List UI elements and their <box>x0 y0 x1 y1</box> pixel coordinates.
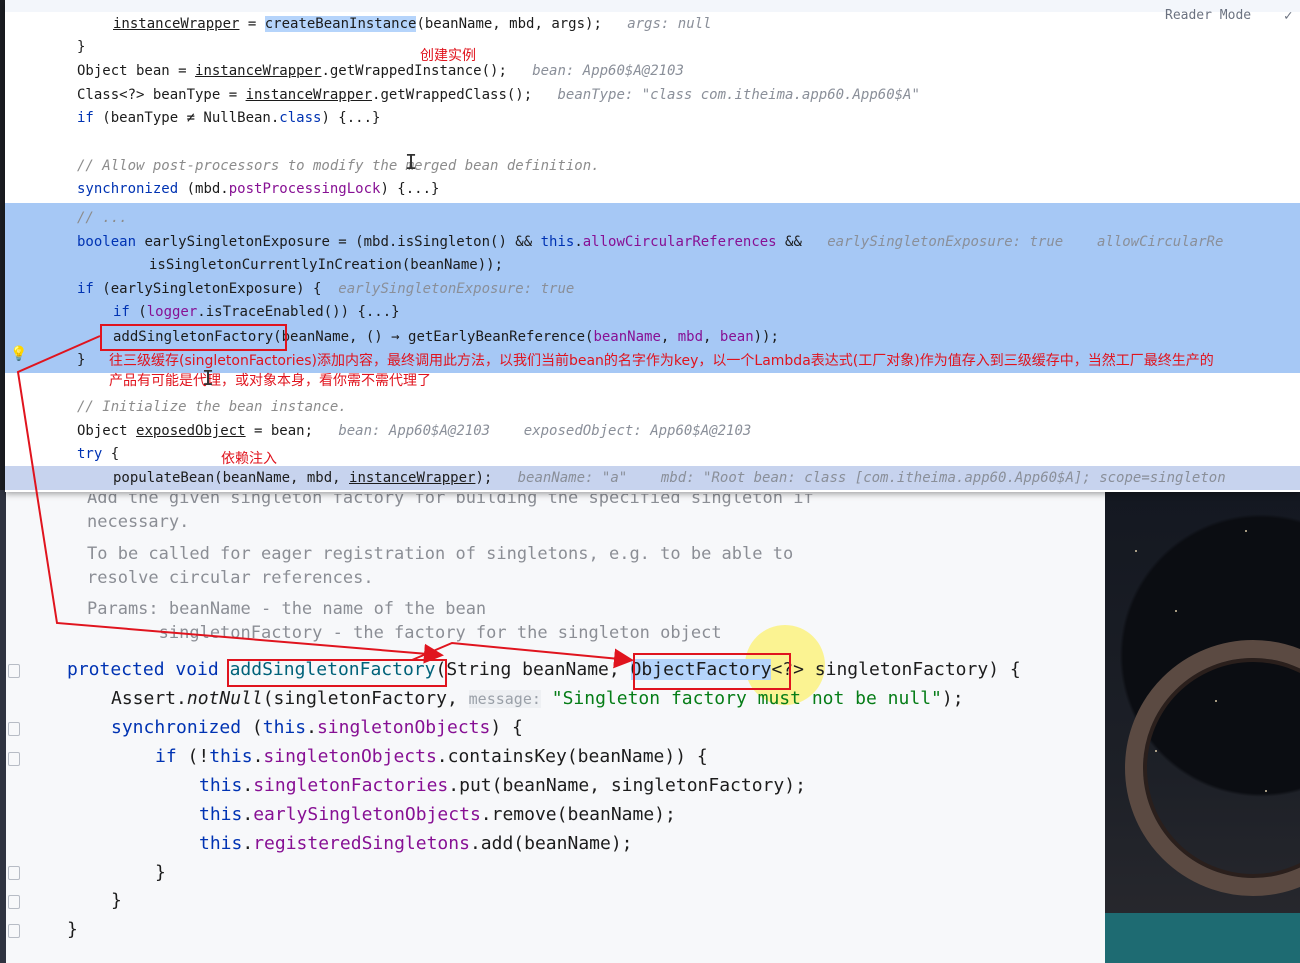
text-cursor-icon: I <box>405 150 418 174</box>
annotation-box-method-name <box>227 659 447 687</box>
code-line-try[interactable]: try { <box>77 444 119 464</box>
debug-value-hint: earlySingletonExposure: true <box>338 281 575 297</box>
debug-code-panel: Reader Mode ✓ instanceWrapper = createBe… <box>5 0 1300 492</box>
reader-mode-toggle[interactable]: Reader Mode <box>1165 8 1251 23</box>
debug-value-hint: bean: App60$A@2103 <box>532 63 684 79</box>
if-contains-line[interactable]: if (!this.singletonObjects.containsKey(b… <box>155 743 708 771</box>
debug-value-hint: beanType: "class com.itheima.app60.App60… <box>557 87 920 103</box>
debug-value-hint: bean: App60$A@2103 <box>338 423 491 439</box>
doc-params-2: singletonFactory - the factory for the s… <box>87 623 722 643</box>
wallpaper-spark <box>1155 750 1157 752</box>
doc-necessary: necessary. <box>87 512 190 532</box>
code-line-synchronized[interactable]: synchronized (mbd.postProcessingLock) {.… <box>77 179 439 199</box>
desktop-wallpaper <box>1105 490 1300 963</box>
sync-line[interactable]: synchronized (this.singletonObjects) { <box>111 714 523 742</box>
doc-params-1: Params: beanName - the name of the bean <box>87 599 487 619</box>
debug-value-hint: mbd: "Root bean: class [com.itheima.app6… <box>660 470 1226 486</box>
code-line-boolean[interactable]: boolean earlySingletonExposure = (mbd.is… <box>77 232 1223 252</box>
param-hint: message: <box>468 690 541 708</box>
wallpaper-spark <box>1215 700 1217 702</box>
debug-value-hint: args: null <box>627 16 712 32</box>
wallpaper-spark <box>1265 790 1267 792</box>
close-brace: } <box>111 890 122 911</box>
code-line-comment-init[interactable]: // Initialize the bean instance. <box>77 397 347 417</box>
remove-line[interactable]: this.earlySingletonObjects.remove(beanNa… <box>199 801 676 829</box>
debug-value-hint: earlySingletonExposure: true <box>827 234 1064 250</box>
annotation-note-line1: 往三级缓存(singletonFactories)添加内容，最终调用此方法，以我… <box>109 353 1214 369</box>
code-line-trace[interactable]: if (logger.isTraceEnabled()) {...} <box>113 302 400 322</box>
lightbulb-icon[interactable]: 💡 <box>10 346 27 362</box>
code-line-dots[interactable]: // ... <box>77 208 128 228</box>
wallpaper-spark <box>1175 610 1177 612</box>
debug-value-hint: beanName: "a" <box>517 470 628 486</box>
wallpaper-spark <box>1135 550 1137 552</box>
add-line[interactable]: this.registeredSingletons.add(beanName); <box>199 830 633 858</box>
annotation-box-objectfactory <box>633 653 791 690</box>
annotation-box-call <box>100 324 287 351</box>
wallpaper-spark <box>1245 530 1247 532</box>
close-brace: } <box>155 862 166 883</box>
editor-gutter-strip <box>0 490 6 963</box>
code-line-populate[interactable]: populateBean(beanName, mbd, instanceWrap… <box>113 468 1226 488</box>
code-line-if-early[interactable]: if (earlySingletonExposure) { earlySingl… <box>77 279 574 299</box>
fold-icon[interactable] <box>8 722 20 736</box>
clipped-line <box>5 0 1300 12</box>
debug-value-hint: exposedObject: App60$A@2103 <box>523 423 752 439</box>
code-line-beantype[interactable]: Class<?> beanType = instanceWrapper.getW… <box>77 85 920 105</box>
fold-icon[interactable] <box>8 752 20 766</box>
code-line-iscreation[interactable]: isSingletonCurrentlyInCreation(beanName)… <box>149 255 503 275</box>
fold-icon[interactable] <box>8 866 20 880</box>
assert-line[interactable]: Assert.notNull(singletonFactory, message… <box>111 685 964 713</box>
mouse-cursor-icon: I <box>202 366 215 390</box>
fold-icon[interactable] <box>8 924 20 938</box>
code-line-brace[interactable]: } <box>77 37 85 57</box>
debug-value-hint: allowCircularRe <box>1096 234 1224 250</box>
fold-icon[interactable] <box>8 895 20 909</box>
code-line-if-beantype[interactable]: if (beanType ≠ NullBean.class) {...} <box>77 108 380 128</box>
wallpaper-ring <box>1125 640 1300 896</box>
annotation-create-instance: 创建实例 <box>420 48 476 64</box>
annotation-note-line2: 产品有可能是代理，或对象本身，看你需不需代理了 <box>109 373 431 389</box>
code-line-close[interactable]: } <box>77 350 85 370</box>
put-line[interactable]: this.singletonFactories.put(beanName, si… <box>199 772 806 800</box>
code-line-wrapper[interactable]: instanceWrapper = createBeanInstance(bea… <box>113 14 711 34</box>
code-line-bean[interactable]: Object bean = instanceWrapper.getWrapped… <box>77 61 684 81</box>
doc-called-2: resolve circular references. <box>87 568 374 588</box>
annotation-dependency-injection: 依赖注入 <box>221 451 277 467</box>
check-icon[interactable]: ✓ <box>1284 8 1292 24</box>
code-line-comment-allow[interactable]: // Allow post-processors to modify the m… <box>77 156 600 176</box>
method-signature[interactable]: protected void addSingletonFactory(Strin… <box>67 656 1021 684</box>
wallpaper-teal-band <box>1105 913 1300 963</box>
doc-called-1: To be called for eager registration of s… <box>87 544 794 564</box>
code-line-exposed[interactable]: Object exposedObject = bean; bean: App60… <box>77 421 751 441</box>
close-brace: } <box>67 919 78 940</box>
fold-icon[interactable] <box>8 664 20 678</box>
